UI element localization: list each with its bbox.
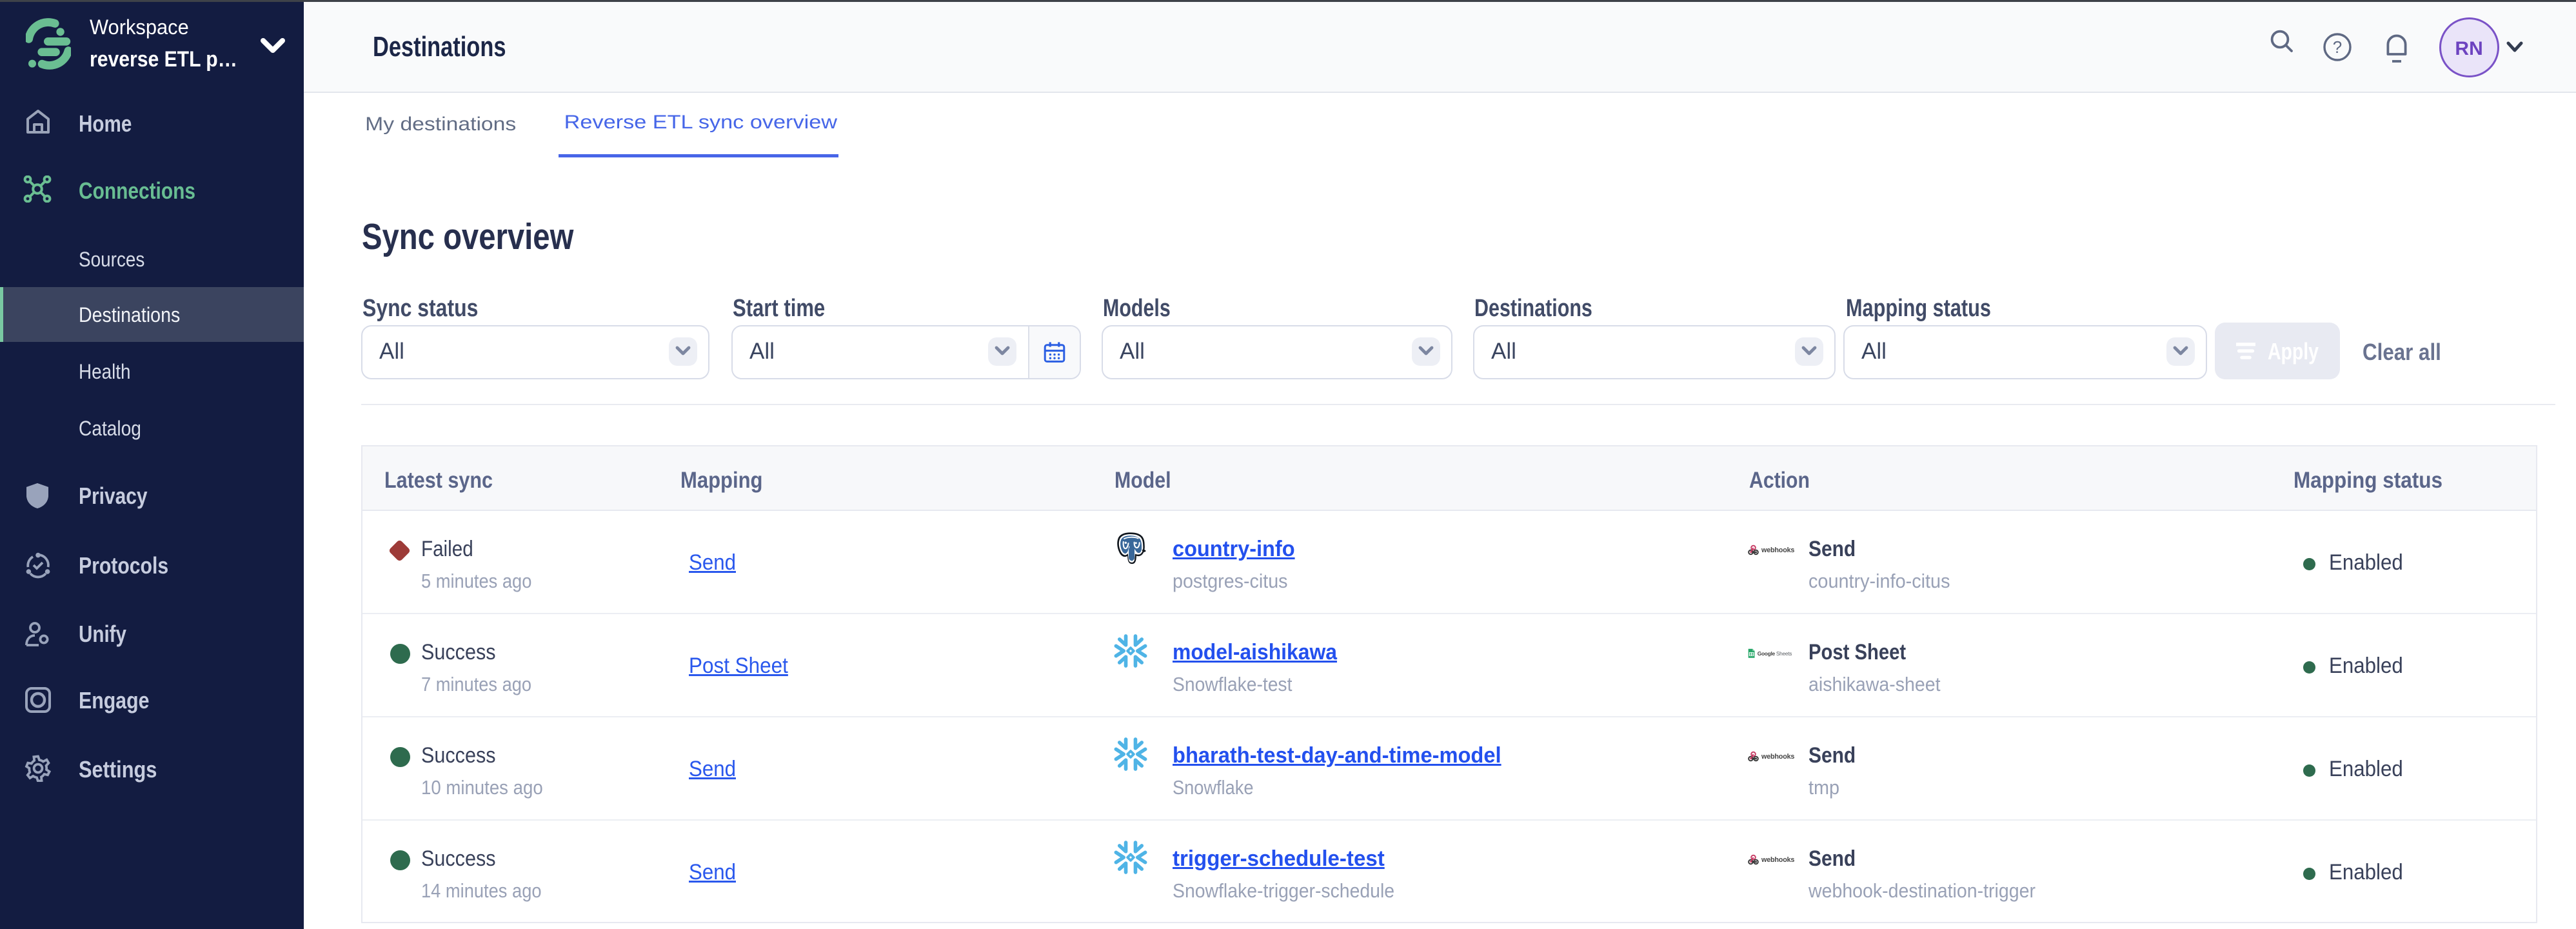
svg-text:?: ?: [2333, 37, 2342, 57]
